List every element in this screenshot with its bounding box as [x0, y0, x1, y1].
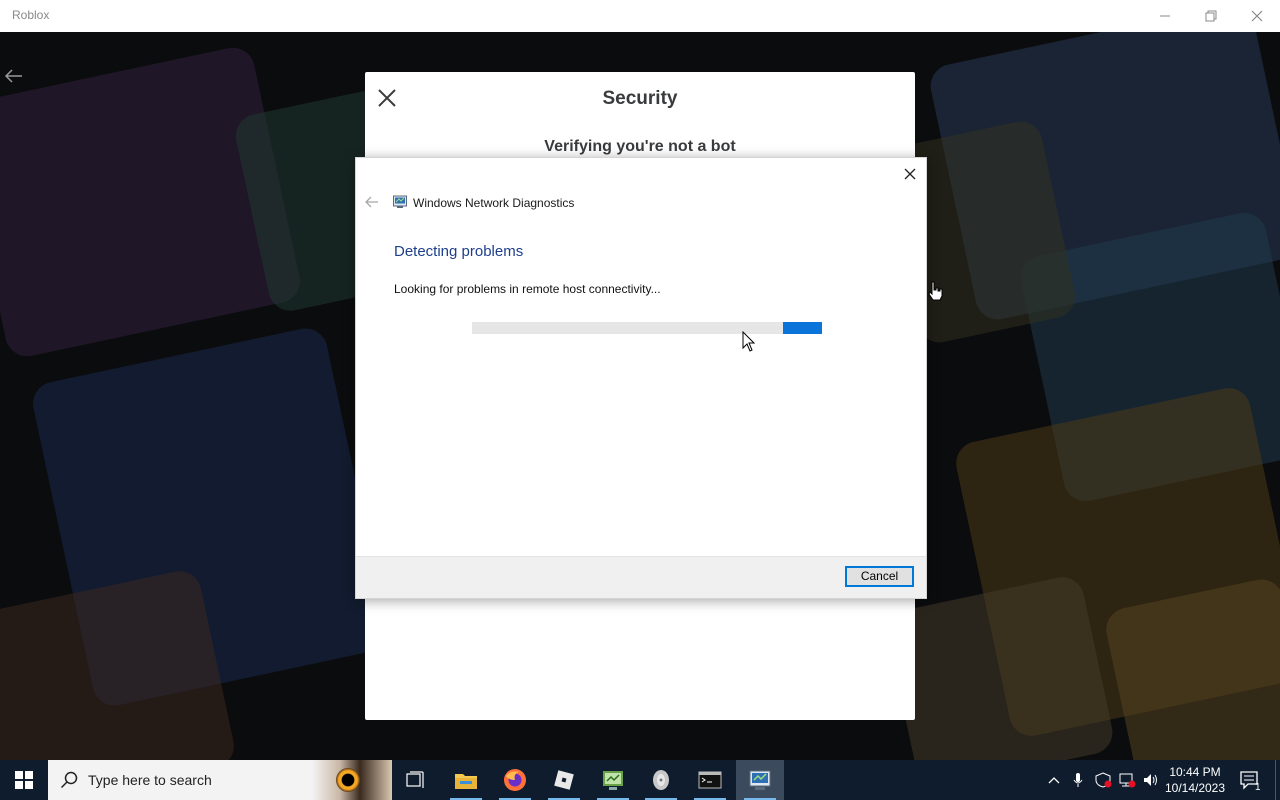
dialog-heading: Detecting problems: [394, 243, 524, 260]
terminal-icon: [698, 771, 722, 789]
network-diagnostics-dialog: Windows Network Diagnostics Detecting pr…: [355, 157, 927, 599]
notification-icon: 1: [1240, 771, 1261, 791]
window-titlebar: Roblox: [0, 0, 1280, 32]
terminal-button[interactable]: [686, 760, 734, 800]
network-tray-button[interactable]: [1116, 760, 1138, 800]
network-diagnostics-icon: [749, 770, 771, 790]
firefox-button[interactable]: [491, 760, 539, 800]
volume-icon: [1144, 774, 1157, 786]
security-title: Security: [602, 88, 678, 109]
microphone-icon: [1073, 773, 1083, 787]
file-explorer-button[interactable]: [442, 760, 490, 800]
minimize-button[interactable]: [1142, 0, 1188, 32]
windows-logo-icon: [15, 771, 33, 789]
task-view-icon: [406, 771, 424, 788]
cancel-button[interactable]: Cancel: [845, 566, 914, 587]
network-diagnostics-icon: [393, 195, 407, 208]
back-arrow-icon[interactable]: [4, 68, 24, 84]
mouse-pointer-icon: [742, 331, 756, 352]
hand-pointer-icon: [928, 281, 943, 301]
security-tray-button[interactable]: [1092, 760, 1114, 800]
hard-drive-button[interactable]: [637, 760, 685, 800]
roblox-button[interactable]: [540, 760, 588, 800]
file-explorer-icon: [455, 774, 477, 789]
search-icon: [60, 771, 78, 789]
window-title: Roblox: [12, 8, 50, 22]
dialog-footer: Cancel: [356, 556, 926, 598]
firefox-icon: [504, 769, 526, 791]
roblox-icon: [554, 770, 574, 790]
action-center-button[interactable]: 1: [1234, 760, 1268, 800]
show-desktop-button[interactable]: [1275, 760, 1280, 800]
task-view-button[interactable]: [392, 760, 440, 800]
hard-drive-icon: [653, 770, 669, 790]
microphone-tray-button[interactable]: [1068, 760, 1088, 800]
restore-icon: [1205, 10, 1217, 22]
close-window-button[interactable]: [1234, 0, 1280, 32]
security-subtitle: Verifying you're not a bot: [544, 138, 736, 155]
volume-tray-button[interactable]: [1140, 760, 1162, 800]
minimize-icon: [1160, 15, 1170, 17]
progress-bar: [472, 322, 822, 334]
close-icon[interactable]: [902, 166, 918, 182]
dialog-status-text: Looking for problems in remote host conn…: [394, 282, 661, 296]
progress-indicator: [783, 322, 822, 334]
network-app-icon: [603, 771, 623, 790]
taskbar: Type here to search 10:44 PM 10/14/2023 …: [0, 760, 1280, 800]
defender-warning-icon: [1095, 772, 1112, 788]
network-diagnostics-taskbar-button[interactable]: [736, 760, 784, 800]
back-arrow-icon[interactable]: [364, 195, 380, 209]
search-placeholder: Type here to search: [88, 772, 212, 788]
chevron-up-icon: [1048, 777, 1060, 784]
taskbar-search-box[interactable]: Type here to search: [48, 760, 392, 800]
clock-date: 10/14/2023: [1164, 781, 1226, 795]
dialog-app-title: Windows Network Diagnostics: [413, 196, 575, 210]
close-icon: [1251, 10, 1263, 22]
start-button[interactable]: [0, 760, 48, 800]
search-highlight-image: [312, 760, 392, 800]
network-app-button[interactable]: [589, 760, 637, 800]
notification-count: 1: [1255, 782, 1261, 791]
network-warning-icon: [1119, 773, 1136, 788]
clock-time: 10:44 PM: [1169, 765, 1221, 779]
restore-button[interactable]: [1188, 0, 1234, 32]
taskbar-clock[interactable]: 10:44 PM 10/14/2023: [1160, 764, 1230, 796]
show-hidden-icons-button[interactable]: [1044, 760, 1064, 800]
